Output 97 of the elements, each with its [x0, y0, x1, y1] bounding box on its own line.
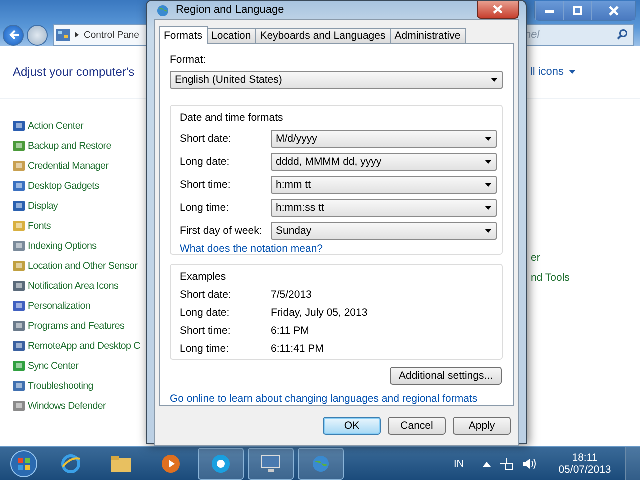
forward-button[interactable] — [27, 24, 48, 46]
back-arrow-icon — [8, 29, 20, 41]
page-heading: Adjust your computer's — [13, 65, 135, 79]
applet-icon — [13, 280, 25, 292]
applet-link[interactable]: Windows Defender — [13, 396, 106, 416]
control-panel-icon — [56, 29, 70, 41]
close-icon — [608, 6, 618, 16]
show-hidden-icons-arrow[interactable] — [483, 461, 491, 467]
language-indicator[interactable]: IN — [454, 458, 464, 470]
format-dropdown[interactable]: dddd, MMMM dd, yyyy — [271, 153, 497, 171]
example-value: 7/5/2013 — [271, 289, 313, 301]
maximize-button[interactable] — [563, 1, 591, 20]
applet-icon — [13, 300, 25, 312]
tab[interactable]: Formats — [159, 26, 208, 44]
maximize-icon — [573, 6, 582, 15]
applet-link[interactable]: Desktop Gadgets — [13, 176, 100, 196]
dropdown-arrow-icon — [569, 70, 576, 74]
field-label: Long date: — [180, 156, 231, 168]
breadcrumb-arrow-icon — [75, 32, 79, 38]
search-icon — [617, 29, 628, 40]
example-label: Long date: — [180, 307, 231, 319]
dropdown-arrow-icon — [485, 206, 492, 210]
applet-icon — [13, 360, 25, 372]
dropdown-arrow-icon — [491, 78, 498, 82]
tab[interactable]: Location — [206, 28, 256, 43]
applet-icon — [13, 160, 25, 172]
applet-link[interactable]: Backup and Restore — [13, 136, 112, 156]
applet-icon — [13, 240, 25, 252]
chat-app-icon[interactable] — [198, 448, 244, 480]
applet-link[interactable]: Programs and Features — [13, 316, 125, 336]
tab[interactable]: Administrative — [390, 28, 466, 43]
example-label: Short date: — [180, 289, 232, 301]
example-label: Long time: — [180, 343, 230, 355]
network-icon[interactable] — [500, 458, 514, 470]
dropdown-arrow-icon — [485, 229, 492, 233]
field-label: Short date: — [180, 133, 232, 145]
applet-link[interactable]: RemoteApp and Desktop C — [13, 336, 140, 356]
close-icon — [493, 5, 503, 14]
view-by-link[interactable]: ll icons — [530, 66, 576, 78]
dropdown-arrow-icon — [485, 137, 492, 141]
tab[interactable]: Keyboards and Languages — [255, 28, 391, 43]
field-label: Format: — [170, 54, 208, 66]
format-dropdown[interactable]: English (United States) — [170, 71, 503, 89]
dialog-title: Region and Language — [176, 4, 284, 16]
monitor-icon[interactable] — [248, 448, 294, 480]
applet-icon — [13, 200, 25, 212]
applet-link[interactable]: Credential Manager — [13, 156, 109, 176]
dropdown-arrow-icon — [485, 160, 492, 164]
clock[interactable]: 18:11 05/07/2013 — [554, 452, 616, 476]
applet-icon — [13, 340, 25, 352]
applet-icon — [13, 320, 25, 332]
applet-link[interactable]: Indexing Options — [13, 236, 97, 256]
applet-icon — [13, 180, 25, 192]
close-button[interactable] — [477, 1, 519, 19]
dropdown-arrow-icon — [485, 183, 492, 187]
additional-settings-button[interactable]: Additional settings... — [390, 367, 502, 385]
dialog-button[interactable]: Cancel — [388, 417, 446, 435]
example-value: Friday, July 05, 2013 — [271, 307, 368, 319]
format-dropdown[interactable]: h:mm:ss tt — [271, 199, 497, 217]
group-title: Date and time formats — [180, 112, 284, 124]
group-title: Examples — [180, 271, 228, 283]
globe-icon[interactable] — [298, 448, 344, 480]
applet-icon — [13, 140, 25, 152]
applet-icon — [13, 380, 25, 392]
applet-link[interactable]: Notification Area Icons — [13, 276, 119, 296]
applet-link[interactable]: Action Center — [13, 116, 84, 136]
field-label: Long time: — [180, 202, 230, 214]
applet-icon — [13, 120, 25, 132]
field-label: First day of week: — [180, 225, 264, 237]
globe-icon — [156, 3, 170, 17]
applet-link[interactable]: Display — [13, 196, 58, 216]
dialog-button[interactable]: Apply — [453, 417, 511, 435]
back-button[interactable] — [3, 24, 24, 46]
applet-link[interactable]: nd Tools — [531, 268, 570, 288]
volume-icon[interactable] — [523, 458, 537, 470]
minimize-icon — [545, 8, 554, 12]
applet-link[interactable]: Fonts — [13, 216, 52, 236]
applet-link[interactable]: er — [531, 248, 540, 268]
minimize-button[interactable] — [535, 1, 563, 20]
applet-link[interactable]: Location and Other Sensor — [13, 256, 138, 276]
applet-icon — [13, 400, 25, 412]
applet-link[interactable]: Troubleshooting — [13, 376, 94, 396]
example-label: Short time: — [180, 325, 232, 337]
dialog-button[interactable]: OK — [323, 417, 381, 435]
applet-link[interactable]: Personalization — [13, 296, 90, 316]
format-dropdown[interactable]: Sunday — [271, 222, 497, 240]
help-link[interactable]: What does the notation mean? — [180, 243, 494, 255]
example-value: 6:11 PM — [271, 325, 310, 337]
online-help-link[interactable]: Go online to learn about changing languages and regional formats — [170, 393, 503, 405]
applet-link[interactable]: Sync Center — [13, 356, 79, 376]
format-dropdown[interactable]: h:mm tt — [271, 176, 497, 194]
applet-icon — [13, 220, 25, 232]
example-value: 6:11:41 PM — [271, 343, 325, 355]
format-dropdown[interactable]: M/d/yyyy — [271, 130, 497, 148]
address-text: Control Pane — [84, 30, 140, 40]
applet-icon — [13, 260, 25, 272]
field-label: Short time: — [180, 179, 232, 191]
